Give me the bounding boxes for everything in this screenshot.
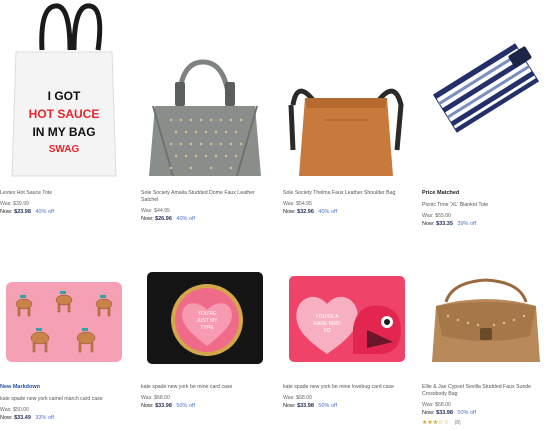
now-price: $32.96 — [297, 209, 314, 215]
now-price-row: Now: $26.96 40% off — [141, 215, 269, 223]
now-price: $33.98 — [297, 403, 314, 409]
product-info: Ellie & Jae Cypset Sevilla Studded Faux … — [422, 384, 550, 426]
now-price: $33.98 — [155, 403, 172, 409]
now-price-row: Now: $32.96 40% off — [283, 208, 411, 216]
discount-percent: 40% off — [318, 209, 337, 215]
now-price-row: Now: $33.98 50% off — [422, 409, 550, 417]
now-label: Now: — [141, 403, 154, 409]
now-price-row: Now: $23.98 40% off — [0, 208, 128, 216]
product-info: Price Matched Picnic Time 'XL' Blanket T… — [422, 190, 550, 228]
now-price-row: Now: $33.49 33% off — [0, 414, 128, 422]
now-price-row: Now: $33.98 50% off — [283, 402, 411, 410]
discount-percent: 33% off — [35, 415, 54, 421]
heart-text-line: XO — [323, 328, 330, 334]
now-label: Now: — [422, 410, 435, 416]
was-price: Was: $68.00 — [283, 395, 312, 401]
product-name[interactable]: Picnic Time 'XL' Blanket Tote — [422, 202, 550, 209]
product-name[interactable]: kate spade new york be mine card case — [141, 384, 269, 391]
now-price: $33.35 — [436, 221, 453, 227]
product-image[interactable] — [422, 0, 550, 178]
product-info: Sole Society Amalia Studded Dome Faux Le… — [141, 190, 269, 223]
product-image[interactable] — [422, 262, 550, 372]
product-name[interactable]: Sole Society Thelma Faux Leather Shoulde… — [283, 190, 411, 197]
product-image[interactable] — [0, 262, 128, 372]
product-image[interactable] — [141, 0, 269, 178]
product-name[interactable]: Levtex Hot Sauce Tote — [0, 190, 128, 197]
discount-percent: 40% off — [176, 216, 195, 222]
heart-text-line: YOU'RE — [198, 311, 217, 317]
product-info: kate spade new york be mine card case Wa… — [141, 384, 269, 410]
now-price-row: Now: $33.35 39% off — [422, 220, 550, 228]
now-label: Now: — [0, 209, 13, 215]
product-info: Sole Society Thelma Faux Leather Shoulde… — [283, 190, 411, 216]
heart-text-line: TYPE — [200, 325, 214, 331]
was-price: Was: $50.00 — [0, 407, 29, 413]
product-name[interactable]: kate spade new york camel march card cas… — [0, 396, 128, 403]
product-info: Levtex Hot Sauce Tote Was: $39.99 Now: $… — [0, 190, 128, 216]
product-info: New Markdown kate spade new york camel m… — [0, 384, 128, 422]
tote-text-line: HOT SAUCE — [29, 107, 100, 121]
heart-text-line: YOU'RE A — [315, 314, 339, 320]
tote-text-line: IN MY BAG — [32, 125, 95, 139]
was-price: Was: $68.00 — [141, 395, 170, 401]
was-price: Was: $54.95 — [283, 201, 312, 207]
tote-text-line: SWAG — [49, 144, 80, 155]
now-price-row: Now: $33.98 50% off — [141, 402, 269, 410]
now-label: Now: — [0, 415, 13, 421]
star-icons: ★★★☆☆ — [422, 420, 449, 426]
discount-percent: 40% off — [35, 209, 54, 215]
now-label: Now: — [283, 209, 296, 215]
discount-percent: 50% off — [176, 403, 195, 409]
was-price: Was: $44.95 — [141, 208, 170, 214]
review-count: (8) — [454, 420, 461, 426]
now-price: $26.96 — [155, 216, 172, 222]
price-matched-badge: Price Matched — [422, 190, 460, 196]
discount-percent: 50% off — [318, 403, 337, 409]
product-image[interactable]: I GOT HOT SAUCE IN MY BAG SWAG — [0, 0, 128, 178]
product-name[interactable]: Sole Society Amalia Studded Dome Faux Le… — [141, 190, 269, 204]
tote-text-line: I GOT — [48, 89, 81, 103]
now-price: $33.98 — [436, 410, 453, 416]
discount-percent: 39% off — [457, 221, 476, 227]
heart-text-line: RARE BIRD — [313, 321, 341, 327]
new-markdown-badge: New Markdown — [0, 384, 41, 390]
now-label: Now: — [283, 403, 296, 409]
now-label: Now: — [422, 221, 435, 227]
product-info: kate spade new york be mine lovebug card… — [283, 384, 411, 410]
discount-percent: 50% off — [457, 410, 476, 416]
product-name[interactable]: kate spade new york be mine lovebug card… — [283, 384, 411, 391]
was-price: Was: $39.99 — [0, 201, 29, 207]
was-price: Was: $68.00 — [422, 402, 451, 408]
was-price: Was: $55.00 — [422, 213, 451, 219]
now-label: Now: — [141, 216, 154, 222]
rating-stars[interactable]: ★★★☆☆ (8) — [422, 419, 550, 426]
product-image[interactable] — [283, 0, 411, 178]
product-grid: I GOT HOT SAUCE IN MY BAG SWAG Levtex Ho… — [0, 0, 550, 431]
now-price: $33.49 — [14, 415, 31, 421]
heart-text-line: JUST MY — [196, 318, 218, 324]
now-price: $23.98 — [14, 209, 31, 215]
product-name[interactable]: Ellie & Jae Cypset Sevilla Studded Faux … — [422, 384, 550, 398]
product-image[interactable]: YOU'RE A RARE BIRD XO — [283, 262, 411, 372]
product-image[interactable]: YOU'RE JUST MY TYPE — [141, 262, 269, 372]
